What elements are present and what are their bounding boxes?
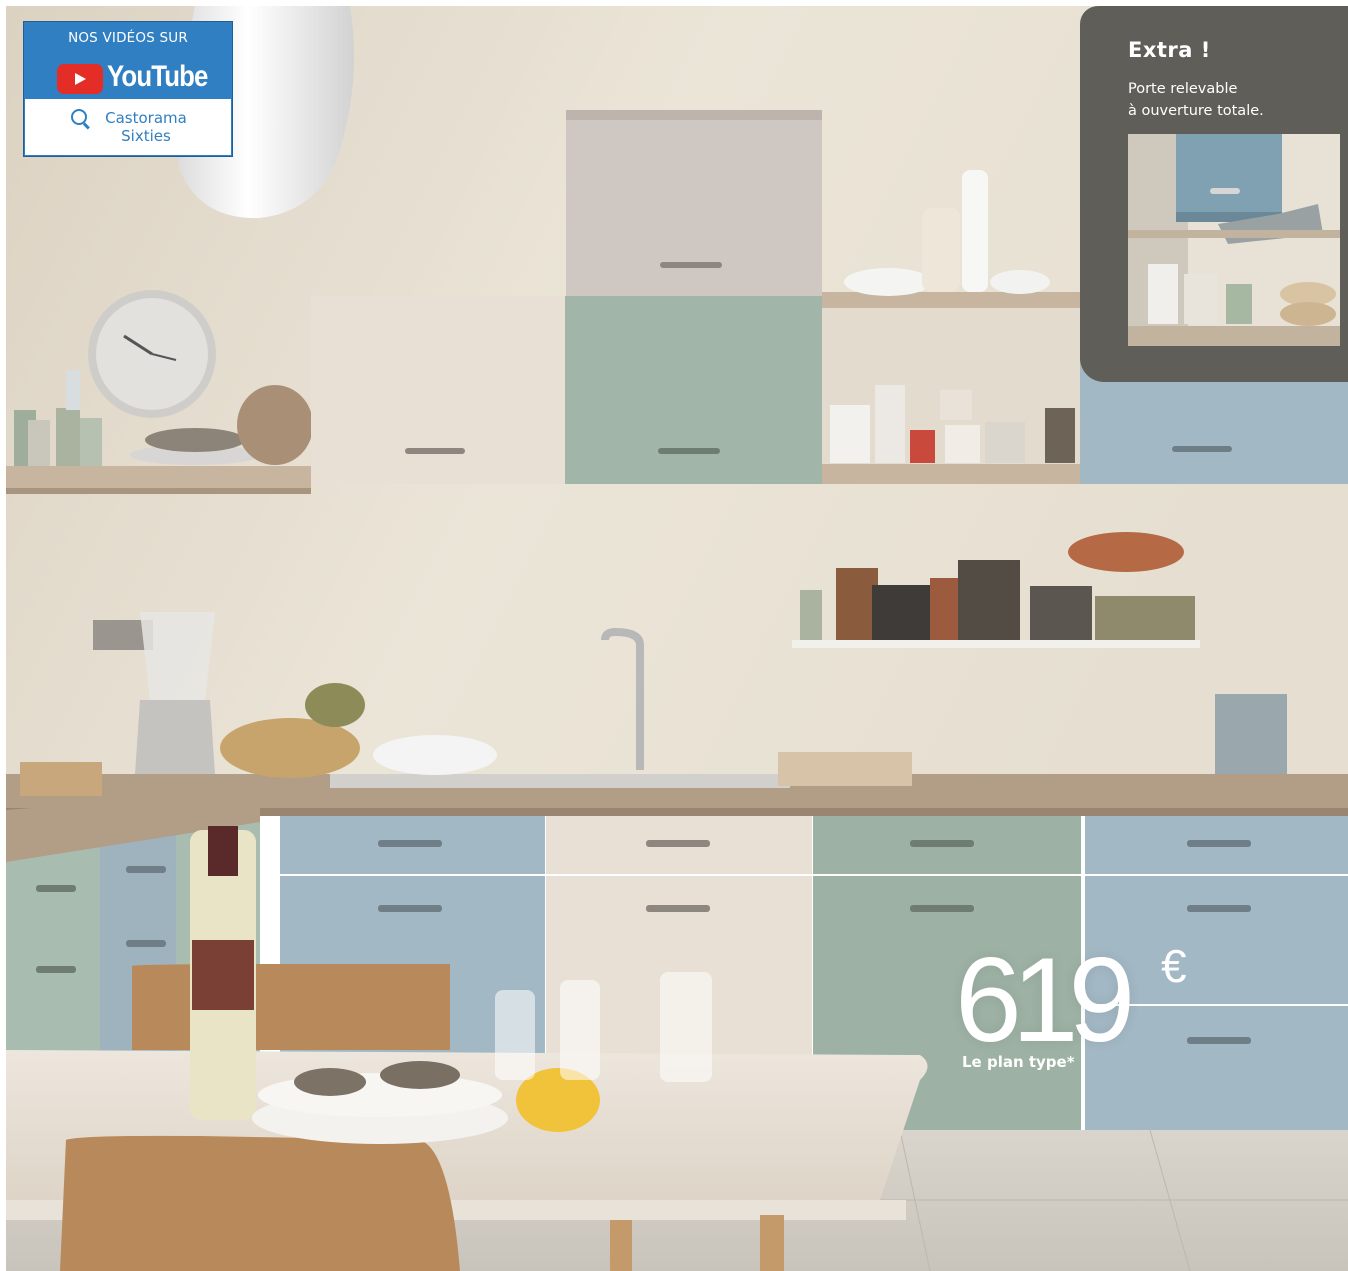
youtube-badge-caption: NOS VIDÉOS SUR [68,30,188,46]
price-currency: € [1161,940,1187,992]
youtube-logo[interactable]: YouTube [57,60,208,96]
search-query-line2: Sixties [121,127,171,145]
youtube-logo-text: YouTube [107,60,208,93]
extra-description: Porte relevable à ouverture totale. [1128,78,1264,122]
youtube-search-box[interactable]: Castorama Sixties [25,99,231,155]
price-amount: 619 [955,933,1135,1067]
search-icon [71,109,87,125]
extra-description-line1: Porte relevable [1128,81,1238,97]
extra-description-line2: à ouverture totale. [1128,103,1264,119]
price-tag: 619 € Le plan type* [955,935,1215,1085]
lift-up-door-illustration [1128,134,1340,346]
lift-up-door-photo [1128,134,1340,346]
youtube-play-icon [57,64,103,94]
price-label: Le plan type* [962,1053,1075,1071]
extra-title: Extra ! [1128,38,1211,62]
search-query-line1: Castorama [105,109,187,127]
extra-feature-panel: Extra ! Porte relevable à ouverture tota… [1080,6,1348,382]
youtube-video-badge[interactable]: NOS VIDÉOS SUR YouTube Castorama Sixties [23,21,233,157]
kitchen-advert: NOS VIDÉOS SUR YouTube Castorama Sixties… [0,0,1348,1271]
youtube-search-query: Castorama Sixties [91,109,201,145]
